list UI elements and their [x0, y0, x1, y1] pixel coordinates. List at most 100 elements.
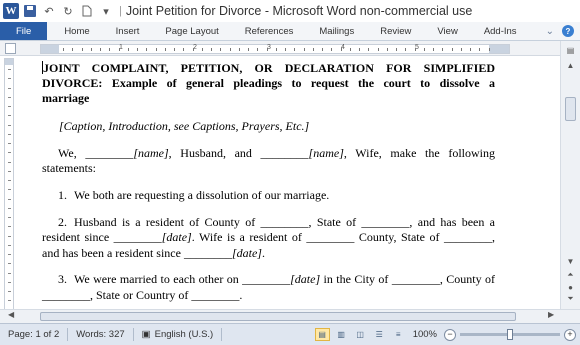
zoom-slider-thumb[interactable]: [507, 329, 513, 340]
ribbon-tab-bar: File Home Insert Page Layout References …: [0, 22, 580, 41]
new-document-icon[interactable]: [79, 3, 95, 19]
outline-view-icon[interactable]: ☰: [372, 328, 387, 341]
ruler-tick: [81, 48, 83, 51]
vertical-scroll-thumb[interactable]: [565, 97, 576, 121]
browse-object-icon[interactable]: ●: [564, 281, 577, 293]
ruler-tick: [396, 48, 397, 51]
ruler-tick: [146, 48, 148, 51]
ruler-tick: [8, 152, 11, 154]
ruler-tick: [368, 48, 370, 51]
page-count[interactable]: Page: 1 of 2: [0, 328, 69, 341]
horizontal-scroll-thumb[interactable]: [40, 312, 516, 321]
document-canvas[interactable]: JOINT COMPLAINT, PETITION, OR DECLARATIO…: [18, 57, 560, 309]
ruler-tick: [479, 48, 481, 51]
vertical-ruler[interactable]: [4, 58, 14, 316]
ruler-tick: [8, 106, 11, 107]
tab-add-ins[interactable]: Add-Ins: [471, 22, 530, 40]
ruler-tick: [8, 244, 11, 246]
horizontal-ruler[interactable]: 1 2 3 4 5: [40, 44, 510, 54]
zoom-level[interactable]: 100%: [413, 329, 437, 340]
zoom-slider[interactable]: [460, 329, 560, 340]
ruler-tick: [303, 48, 305, 51]
ruler-tick: [137, 48, 138, 51]
customize-toolbar-icon[interactable]: ▾: [98, 3, 114, 19]
tab-page-layout[interactable]: Page Layout: [152, 22, 231, 40]
right-margin-area: [489, 45, 509, 53]
web-layout-icon[interactable]: ◫: [353, 328, 368, 341]
ribbon-right-controls: ⌄ ?: [546, 22, 580, 40]
ruler-tick: [201, 48, 203, 51]
ruler-tick: [8, 170, 11, 172]
scroll-right-icon[interactable]: ▶: [548, 310, 554, 319]
ruler-tick: [377, 48, 379, 51]
close-button[interactable]: [560, 0, 580, 22]
tab-home[interactable]: Home: [51, 22, 102, 40]
ruler-tick: [8, 263, 11, 265]
proofing-icon: ▣: [141, 329, 151, 340]
ruler-tick: [275, 48, 277, 51]
window-title: Joint Petition for Divorce - Microsoft W…: [125, 4, 473, 18]
ruler-toggle-icon[interactable]: ▤: [564, 44, 577, 56]
ruler-tick: [442, 48, 444, 51]
tab-file[interactable]: File: [0, 22, 48, 40]
tab-view[interactable]: View: [424, 22, 470, 40]
document-heading: JOINT COMPLAINT, PETITION, OR DECLARATIO…: [42, 61, 495, 105]
undo-icon[interactable]: ↶: [41, 3, 57, 19]
ruler-tick: [63, 48, 64, 51]
vertical-scrollbar[interactable]: ▤ ▲ ▼ ⏶ ● ⏷: [560, 41, 580, 309]
language-indicator[interactable]: ▣ English (U.S.): [134, 328, 223, 341]
title-divider: |: [119, 5, 122, 17]
list-item: 1. We both are requesting a dissolution o…: [58, 188, 330, 202]
full-screen-reading-icon[interactable]: ▥: [334, 328, 349, 341]
zoom-out-button[interactable]: −: [444, 328, 456, 341]
draft-view-icon[interactable]: ≡: [391, 328, 406, 341]
view-and-zoom-controls: ▤ ▥ ◫ ☰ ≡ 100% − +: [314, 328, 580, 341]
tab-review[interactable]: Review: [367, 22, 424, 40]
document-page[interactable]: JOINT COMPLAINT, PETITION, OR DECLARATIO…: [42, 61, 495, 309]
ruler-tick: [285, 48, 286, 51]
next-page-icon[interactable]: ⏷: [564, 293, 577, 305]
tab-mailings[interactable]: Mailings: [306, 22, 367, 40]
horizontal-ruler-bar: 1 2 3 4 5: [0, 41, 580, 56]
ruler-tick: [386, 48, 388, 51]
window-controls: [520, 0, 580, 22]
horizontal-scrollbar[interactable]: ◀ ▶: [0, 309, 580, 323]
ruler-tick: [8, 235, 11, 237]
word-icon[interactable]: W: [3, 3, 19, 19]
ruler-tick: [8, 78, 11, 80]
maximize-button[interactable]: [540, 0, 560, 22]
help-icon[interactable]: ?: [562, 25, 574, 37]
ruler-tick: [211, 48, 212, 51]
ruler-tick: [8, 272, 11, 274]
expand-ribbon-icon[interactable]: ⌄: [546, 26, 554, 37]
ruler-tick: [423, 48, 425, 51]
ruler-tick: [414, 48, 416, 51]
save-icon[interactable]: [22, 3, 38, 19]
ruler-tick: [109, 48, 111, 51]
ruler-tick: [90, 48, 92, 51]
ruler-tick: [8, 300, 11, 302]
ruler-number: 3: [267, 44, 271, 51]
top-margin-area: [5, 59, 13, 65]
zoom-in-button[interactable]: +: [564, 328, 576, 341]
ruler-tick: [8, 143, 11, 144]
print-layout-view-icon[interactable]: ▤: [314, 328, 330, 341]
intro-paragraph: We, ________[name], Husband, and _______…: [42, 146, 495, 175]
quick-access-toolbar: W ↶ ↻ ▾ |: [0, 0, 126, 22]
ruler-tick: [451, 48, 453, 51]
scroll-up-icon[interactable]: ▲: [564, 59, 577, 71]
ruler-tick: [8, 226, 11, 228]
ruler-tick: [192, 48, 194, 51]
redo-icon[interactable]: ↻: [60, 3, 76, 19]
scroll-left-icon[interactable]: ◀: [8, 310, 14, 319]
language-label: English (U.S.): [154, 329, 214, 340]
minimize-button[interactable]: [520, 0, 540, 22]
previous-page-icon[interactable]: ⏶: [564, 269, 577, 281]
ruler-tick: [8, 207, 11, 209]
scroll-down-icon[interactable]: ▼: [564, 255, 577, 267]
tab-selector-icon[interactable]: [5, 43, 16, 54]
tab-insert[interactable]: Insert: [103, 22, 153, 40]
tab-references[interactable]: References: [232, 22, 307, 40]
ruler-tick: [8, 161, 11, 163]
word-count[interactable]: Words: 327: [68, 328, 134, 341]
